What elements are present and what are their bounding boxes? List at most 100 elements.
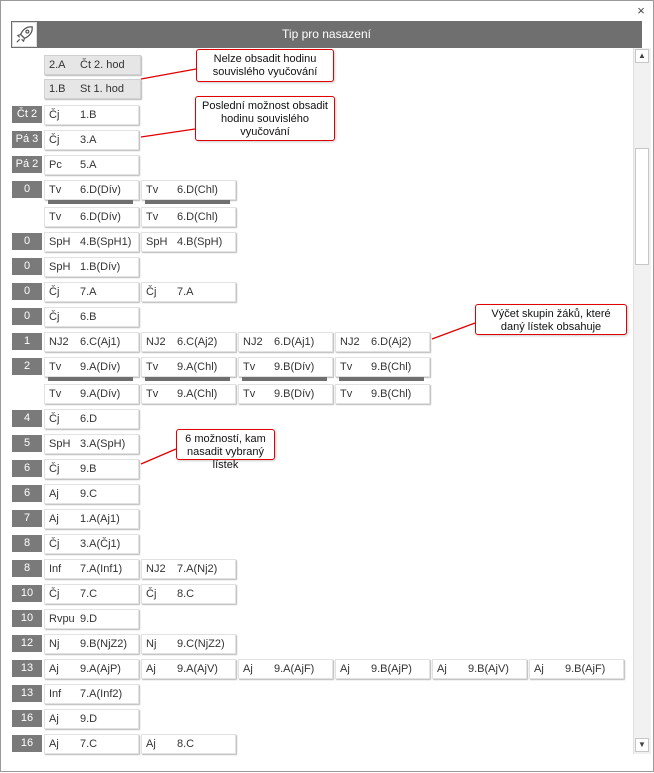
cell-subject: Aj xyxy=(49,713,59,725)
placement-option-cell[interactable]: NJ2 6.C(Aj1) xyxy=(44,332,139,352)
priority-badge: 13 xyxy=(12,660,42,677)
placement-option-cell[interactable]: Aj 9.A(AjP) xyxy=(44,659,139,679)
priority-badge: 0 xyxy=(12,283,42,300)
priority-badge: 0 xyxy=(12,181,42,198)
cell-subject: Tv xyxy=(49,184,62,196)
cell-subject: Čj xyxy=(49,463,60,475)
rocket-icon-graphic xyxy=(16,26,33,43)
placement-option-cell[interactable]: Čj 7.A xyxy=(44,282,139,302)
cell-class: 9.A(AjV) xyxy=(177,663,218,675)
cell-class: 6.D(Dív) xyxy=(80,184,121,196)
placement-option-cell[interactable]: Čj 3.A xyxy=(44,130,139,150)
placement-option-cell[interactable]: Aj 9.B(AjP) xyxy=(335,659,430,679)
placement-option-cell[interactable]: Čj 7.C xyxy=(44,584,139,604)
cell-class: 9.D xyxy=(80,613,98,625)
placement-option-cell[interactable]: Aj 9.B(AjF) xyxy=(529,659,624,679)
placement-option-cell[interactable]: Tv 6.D(Dív) xyxy=(44,180,139,200)
placement-option-cell[interactable]: Čj 9.B xyxy=(44,459,139,479)
placement-option-cell[interactable]: SpH 4.B(SpH) xyxy=(141,232,236,252)
placement-option-cell[interactable]: Aj 1.A(Aj1) xyxy=(44,509,139,529)
placement-option-cell[interactable]: Čj 7.A xyxy=(141,282,236,302)
scroll-down-button[interactable]: ▼ xyxy=(635,738,649,752)
placement-option-cell[interactable]: Aj 9.D xyxy=(44,709,139,729)
cell-class: 5.A xyxy=(80,159,97,171)
cell-subject: Tv xyxy=(243,361,256,373)
rocket-icon[interactable] xyxy=(12,22,37,47)
placement-option-cell[interactable]: NJ2 7.A(Nj2) xyxy=(141,559,236,579)
placement-option-cell[interactable]: Pc 5.A xyxy=(44,155,139,175)
placement-option-cell[interactable]: Inf 7.A(Inf1) xyxy=(44,559,139,579)
placement-option-cell[interactable]: Čj 3.A(Čj1) xyxy=(44,534,139,554)
cell-class: 9.A(Dív) xyxy=(80,361,121,373)
priority-badge: 10 xyxy=(12,585,42,602)
placement-option-cell[interactable]: Tv 9.A(Chl) xyxy=(141,384,236,404)
priority-badge: 6 xyxy=(12,485,42,502)
vertical-scrollbar[interactable]: ▲ ▼ xyxy=(633,48,651,754)
placement-option-cell[interactable]: Aj 9.B(AjV) xyxy=(432,659,527,679)
cell-class: 9.A(Chl) xyxy=(177,361,218,373)
cell-subject: Tv xyxy=(243,388,256,400)
priority-badge: 1 xyxy=(12,333,42,350)
placement-option-cell[interactable]: Čj 8.C xyxy=(141,584,236,604)
cell-class: 9.B(Chl) xyxy=(371,361,412,373)
placement-option-cell[interactable]: NJ2 6.D(Aj1) xyxy=(238,332,333,352)
placement-option-cell[interactable]: Čj 6.B xyxy=(44,307,139,327)
cell-subject: NJ2 xyxy=(243,336,263,348)
placement-option-cell[interactable]: Tv 9.B(Chl) xyxy=(335,357,430,377)
placement-option-cell[interactable]: Čj 1.B xyxy=(44,105,139,125)
close-icon[interactable]: × xyxy=(633,3,649,19)
placement-option-cell[interactable]: Aj 9.A(AjF) xyxy=(238,659,333,679)
cell-subject: Čj xyxy=(49,109,60,121)
placement-option-cell[interactable]: Nj 9.C(NjZ2) xyxy=(141,634,236,654)
placement-option-cell[interactable]: Tv 6.D(Chl) xyxy=(141,180,236,200)
placement-option-cell[interactable]: Tv 9.A(Dív) xyxy=(44,384,139,404)
placement-option-cell[interactable]: Rvpu 9.D xyxy=(44,609,139,629)
cell-subject: Čj xyxy=(146,588,157,600)
placement-option-cell[interactable]: NJ2 6.D(Aj2) xyxy=(335,332,430,352)
scroll-thumb[interactable] xyxy=(635,148,649,265)
cell-subject: SpH xyxy=(49,236,71,248)
cell-subject: NJ2 xyxy=(49,336,69,348)
cell-class: 9.B(Dív) xyxy=(274,388,315,400)
cell-subject: Aj xyxy=(146,663,156,675)
placement-option-cell[interactable]: Nj 9.B(NjZ2) xyxy=(44,634,139,654)
cell-class: 9.B xyxy=(80,463,97,475)
cell-subject: Aj xyxy=(49,738,59,750)
cell-class: 9.B(Chl) xyxy=(371,388,412,400)
placement-option-cell[interactable]: Tv 6.D(Chl) xyxy=(141,207,236,227)
cell-class: 6.D(Dív) xyxy=(80,211,121,223)
placement-option-cell[interactable]: SpH 3.A(SpH) xyxy=(44,434,139,454)
cell-subject: Tv xyxy=(340,361,353,373)
placement-option-cell[interactable]: Aj 8.C xyxy=(141,734,236,754)
cell-subject: Čj xyxy=(49,286,60,298)
placement-option-cell[interactable]: Tv 9.B(Dív) xyxy=(238,357,333,377)
group-link-bar xyxy=(145,377,230,381)
cell-class: 9.B(AjP) xyxy=(371,663,412,675)
placement-option-cell[interactable]: NJ2 6.C(Aj2) xyxy=(141,332,236,352)
scroll-up-button[interactable]: ▲ xyxy=(635,49,649,63)
cell-subject: Čj xyxy=(49,538,60,550)
placement-option-cell[interactable]: Aj 9.A(AjV) xyxy=(141,659,236,679)
cell-class: 1.A(Aj1) xyxy=(80,513,120,525)
priority-badge: 16 xyxy=(12,710,42,727)
cell-class: 9.A(AjF) xyxy=(274,663,315,675)
placement-option-cell[interactable]: Tv 6.D(Dív) xyxy=(44,207,139,227)
placement-option-cell[interactable]: SpH 4.B(SpH1) xyxy=(44,232,139,252)
cell-class: 9.D xyxy=(80,713,98,725)
placement-option-cell[interactable]: Aj 7.C xyxy=(44,734,139,754)
annotation-callout: 6 možností, kam nasadit vybraný lístek xyxy=(176,429,275,471)
placement-option-cell[interactable]: Čj 6.D xyxy=(44,409,139,429)
group-link-bar xyxy=(145,200,230,204)
annotation-callout: Poslední možnost obsadit hodinu souvislé… xyxy=(195,96,335,141)
cell-subject: Tv xyxy=(49,361,62,373)
placement-option-cell[interactable]: Tv 9.A(Dív) xyxy=(44,357,139,377)
placement-option-cell[interactable]: Tv 9.A(Chl) xyxy=(141,357,236,377)
placement-option-cell[interactable]: Inf 7.A(Inf2) xyxy=(44,684,139,704)
placement-option-cell[interactable]: Tv 9.B(Dív) xyxy=(238,384,333,404)
placement-option-cell[interactable]: Tv 9.B(Chl) xyxy=(335,384,430,404)
placement-option-cell[interactable]: SpH 1.B(Dív) xyxy=(44,257,139,277)
cell-class: 9.B(AjV) xyxy=(468,663,509,675)
cell-subject: Tv xyxy=(146,184,159,196)
priority-badge: 10 xyxy=(12,610,42,627)
placement-option-cell[interactable]: Aj 9.C xyxy=(44,484,139,504)
